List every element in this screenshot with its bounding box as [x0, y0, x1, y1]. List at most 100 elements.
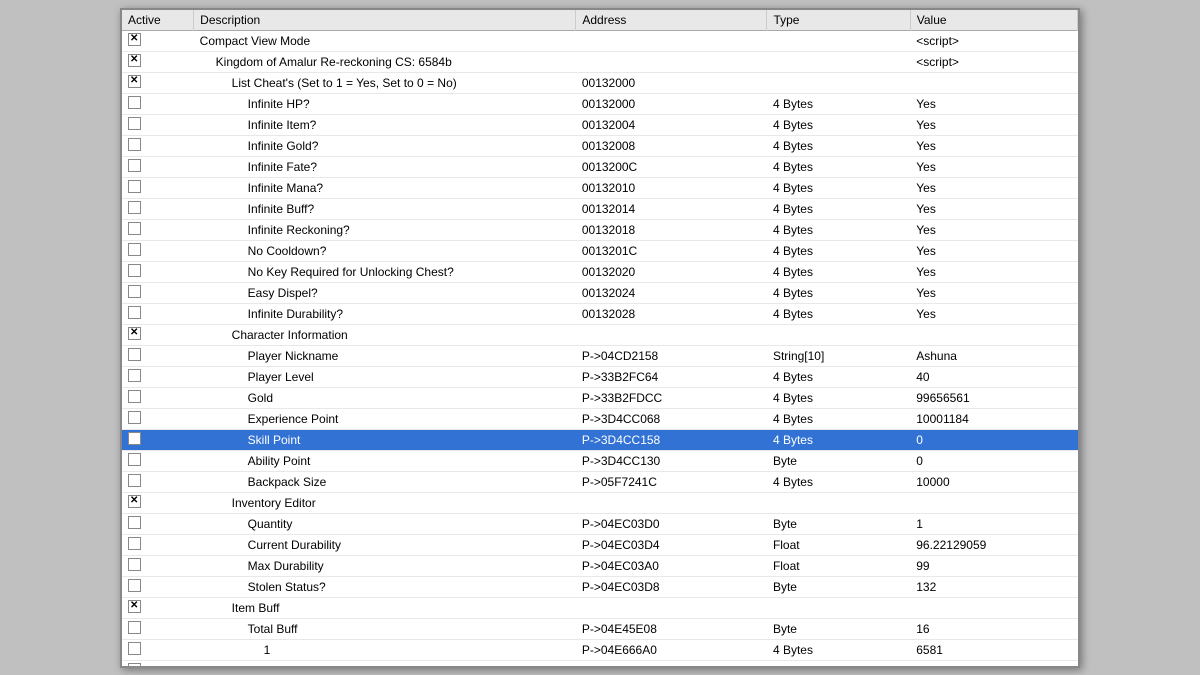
- table-row[interactable]: No Cooldown?0013201C4 BytesYes: [122, 240, 1078, 261]
- checkbox[interactable]: [128, 390, 141, 403]
- checkbox[interactable]: [128, 537, 141, 550]
- checkbox[interactable]: [128, 327, 141, 340]
- value-cell[interactable]: 10001184: [910, 408, 1077, 429]
- table-row[interactable]: Experience PointP->3D4CC0684 Bytes100011…: [122, 408, 1078, 429]
- checkbox[interactable]: [128, 180, 141, 193]
- value-cell[interactable]: Yes: [910, 219, 1077, 240]
- active-cell[interactable]: [122, 51, 194, 72]
- value-cell[interactable]: 99656561: [910, 387, 1077, 408]
- active-cell[interactable]: [122, 135, 194, 156]
- table-row[interactable]: QuantityP->04EC03D0Byte1: [122, 513, 1078, 534]
- table-row[interactable]: Easy Dispel?001320244 BytesYes: [122, 282, 1078, 303]
- value-cell[interactable]: 16: [910, 618, 1077, 639]
- table-row[interactable]: Infinite Reckoning?001320184 BytesYes: [122, 219, 1078, 240]
- table-row[interactable]: Infinite Buff?001320144 BytesYes: [122, 198, 1078, 219]
- active-cell[interactable]: [122, 639, 194, 660]
- value-cell[interactable]: 1926: [910, 660, 1077, 666]
- table-row[interactable]: Infinite Durability?001320284 BytesYes: [122, 303, 1078, 324]
- table-row[interactable]: Total BuffP->04E45E08Byte16: [122, 618, 1078, 639]
- active-cell[interactable]: [122, 114, 194, 135]
- active-cell[interactable]: [122, 534, 194, 555]
- checkbox[interactable]: [128, 159, 141, 172]
- checkbox[interactable]: [128, 201, 141, 214]
- value-cell[interactable]: Ashuna: [910, 345, 1077, 366]
- value-cell[interactable]: [910, 72, 1077, 93]
- table-container[interactable]: Active Description Address Type Value Co…: [122, 10, 1078, 666]
- table-row[interactable]: Inventory Editor: [122, 492, 1078, 513]
- value-cell[interactable]: 40: [910, 366, 1077, 387]
- table-row[interactable]: Player LevelP->33B2FC644 Bytes40: [122, 366, 1078, 387]
- table-row[interactable]: Infinite Gold?001320084 BytesYes: [122, 135, 1078, 156]
- checkbox[interactable]: [128, 348, 141, 361]
- active-cell[interactable]: [122, 345, 194, 366]
- active-cell[interactable]: [122, 513, 194, 534]
- checkbox[interactable]: [128, 579, 141, 592]
- checkbox[interactable]: [128, 621, 141, 634]
- active-cell[interactable]: [122, 261, 194, 282]
- checkbox[interactable]: [128, 516, 141, 529]
- active-cell[interactable]: [122, 240, 194, 261]
- value-cell[interactable]: Yes: [910, 114, 1077, 135]
- table-row[interactable]: Infinite Mana?001320104 BytesYes: [122, 177, 1078, 198]
- value-cell[interactable]: <script>: [910, 51, 1077, 72]
- value-cell[interactable]: 99: [910, 555, 1077, 576]
- table-row[interactable]: Skill PointP->3D4CC1584 Bytes0: [122, 429, 1078, 450]
- value-cell[interactable]: 0: [910, 450, 1077, 471]
- active-cell[interactable]: [122, 618, 194, 639]
- value-cell[interactable]: Yes: [910, 282, 1077, 303]
- table-row[interactable]: Infinite Item?001320044 BytesYes: [122, 114, 1078, 135]
- value-cell[interactable]: [910, 324, 1077, 345]
- checkbox[interactable]: [128, 243, 141, 256]
- checkbox[interactable]: [128, 117, 141, 130]
- active-cell[interactable]: [122, 429, 194, 450]
- active-cell[interactable]: [122, 387, 194, 408]
- table-row[interactable]: Stolen Status?P->04EC03D8Byte132: [122, 576, 1078, 597]
- active-cell[interactable]: [122, 198, 194, 219]
- table-row[interactable]: 1P->04E666A04 Bytes6581: [122, 639, 1078, 660]
- active-cell[interactable]: [122, 408, 194, 429]
- active-cell[interactable]: [122, 30, 194, 51]
- table-row[interactable]: Max DurabilityP->04EC03A0Float99: [122, 555, 1078, 576]
- checkbox[interactable]: [128, 453, 141, 466]
- active-cell[interactable]: [122, 597, 194, 618]
- active-cell[interactable]: [122, 555, 194, 576]
- checkbox[interactable]: [128, 264, 141, 277]
- checkbox[interactable]: [128, 54, 141, 67]
- checkbox[interactable]: [128, 474, 141, 487]
- checkbox[interactable]: [128, 285, 141, 298]
- value-cell[interactable]: 96.22129059: [910, 534, 1077, 555]
- value-cell[interactable]: Yes: [910, 156, 1077, 177]
- checkbox[interactable]: [128, 75, 141, 88]
- value-cell[interactable]: 0: [910, 429, 1077, 450]
- value-cell[interactable]: [910, 597, 1077, 618]
- value-cell[interactable]: 6581: [910, 639, 1077, 660]
- checkbox[interactable]: [128, 96, 141, 109]
- checkbox[interactable]: [128, 369, 141, 382]
- value-cell[interactable]: Yes: [910, 135, 1077, 156]
- checkbox[interactable]: [128, 663, 141, 666]
- active-cell[interactable]: [122, 324, 194, 345]
- table-row[interactable]: Character Information: [122, 324, 1078, 345]
- value-cell[interactable]: Yes: [910, 177, 1077, 198]
- active-cell[interactable]: [122, 366, 194, 387]
- active-cell[interactable]: [122, 576, 194, 597]
- value-cell[interactable]: Yes: [910, 198, 1077, 219]
- checkbox[interactable]: [128, 642, 141, 655]
- checkbox[interactable]: [128, 558, 141, 571]
- active-cell[interactable]: [122, 450, 194, 471]
- table-row[interactable]: Current DurabilityP->04EC03D4Float96.221…: [122, 534, 1078, 555]
- active-cell[interactable]: [122, 282, 194, 303]
- value-cell[interactable]: Yes: [910, 303, 1077, 324]
- value-cell[interactable]: Yes: [910, 93, 1077, 114]
- value-cell[interactable]: 132: [910, 576, 1077, 597]
- table-row[interactable]: List Cheat's (Set to 1 = Yes, Set to 0 =…: [122, 72, 1078, 93]
- table-row[interactable]: Backpack SizeP->05F7241C4 Bytes10000: [122, 471, 1078, 492]
- checkbox[interactable]: [128, 306, 141, 319]
- table-row[interactable]: Player NicknameP->04CD2158String[10]Ashu…: [122, 345, 1078, 366]
- active-cell[interactable]: [122, 492, 194, 513]
- active-cell[interactable]: [122, 660, 194, 666]
- value-cell[interactable]: Yes: [910, 261, 1077, 282]
- value-cell[interactable]: <script>: [910, 30, 1077, 51]
- checkbox[interactable]: [128, 432, 141, 445]
- checkbox[interactable]: [128, 600, 141, 613]
